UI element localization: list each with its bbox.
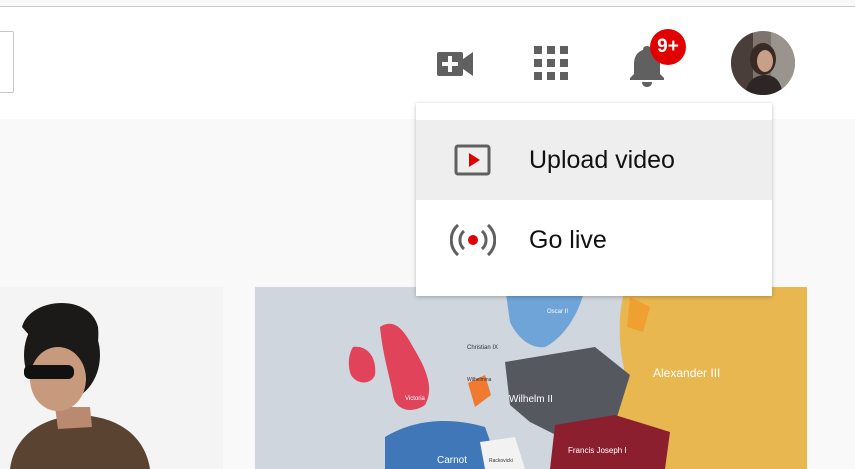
map-label-carnot: Carnot [437, 455, 467, 466]
create-menu: Upload video Go live [416, 103, 772, 296]
upload-video-icon [454, 144, 491, 176]
go-live-menu-item[interactable]: Go live [416, 200, 772, 280]
apps-button[interactable] [530, 42, 572, 84]
video-thumbnail-person[interactable] [0, 287, 223, 469]
upload-video-label: Upload video [529, 145, 675, 174]
map-label-alexander: Alexander III [653, 366, 720, 380]
map-label-wilhelm: Wilhelm II [509, 394, 553, 405]
map-label-francis: Francis Joseph I [568, 446, 627, 455]
upload-video-menu-item[interactable]: Upload video [416, 120, 772, 200]
map-label-oscar: Oscar II [547, 309, 568, 315]
apps-grid-icon [534, 46, 568, 80]
go-live-label: Go live [529, 225, 607, 254]
video-thumbnail-map[interactable]: Christian IX Oscar II Wilhelmina Victori… [255, 287, 807, 469]
search-input[interactable] [0, 31, 14, 93]
video-camera-plus-icon [437, 52, 473, 76]
notification-badge: 9+ [650, 29, 686, 65]
map-label-victoria: Victoria [405, 396, 426, 402]
map-label-wilhelmina: Wilhelmina [467, 377, 492, 383]
map-label-rackovicki: Rackovicki [489, 458, 513, 464]
go-live-icon [450, 223, 496, 257]
thumbnail-image-map: Christian IX Oscar II Wilhelmina Victori… [255, 287, 807, 469]
avatar[interactable] [731, 31, 795, 95]
thumbnail-image-person [0, 287, 223, 469]
create-video-button[interactable] [432, 42, 478, 86]
avatar-image [731, 31, 795, 95]
map-label-christian: Christian IX [467, 345, 498, 351]
